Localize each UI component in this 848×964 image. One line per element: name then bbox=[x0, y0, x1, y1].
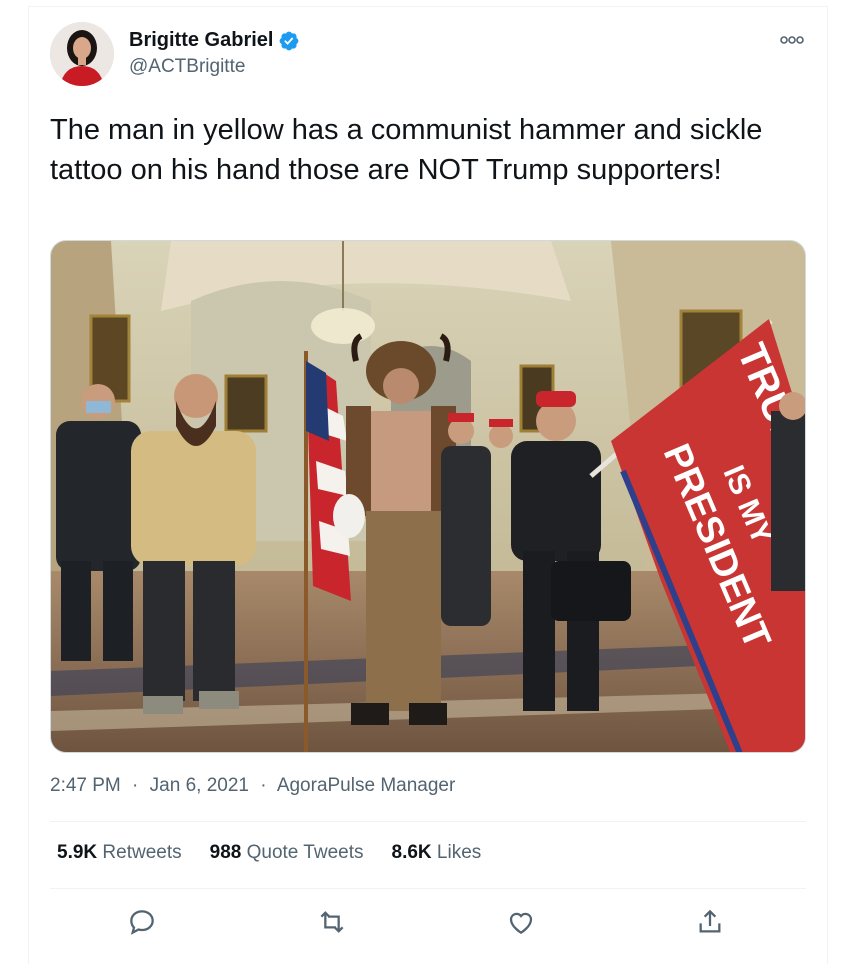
quote-tweets-stat[interactable]: 988 Quote Tweets bbox=[210, 842, 364, 864]
likes-label: Likes bbox=[436, 842, 482, 863]
tweet-time[interactable]: 2:47 PM bbox=[50, 775, 121, 796]
tweet-photo[interactable]: PRESIDENT IS MY TRUMP bbox=[50, 240, 806, 753]
divider bbox=[50, 888, 806, 889]
display-name[interactable]: Brigitte Gabriel bbox=[129, 29, 273, 52]
retweets-count: 5.9K bbox=[57, 842, 98, 863]
quotes-label: Quote Tweets bbox=[246, 842, 364, 863]
retweet-icon[interactable] bbox=[316, 906, 348, 938]
divider bbox=[50, 821, 806, 822]
like-icon[interactable] bbox=[505, 906, 537, 938]
tweet-text: The man in yellow has a communist hammer… bbox=[50, 114, 763, 186]
likes-count: 8.6K bbox=[391, 842, 432, 863]
likes-stat[interactable]: 8.6K Likes bbox=[392, 842, 482, 864]
avatar[interactable] bbox=[50, 22, 114, 86]
tweet-date[interactable]: Jan 6, 2021 bbox=[150, 775, 249, 796]
tweet-source[interactable]: AgoraPulse Manager bbox=[277, 775, 456, 796]
more-options-icon[interactable] bbox=[778, 30, 806, 50]
tweet-meta: 2:47 PM · Jan 6, 2021 · AgoraPulse Manag… bbox=[50, 775, 461, 797]
verified-badge-icon bbox=[280, 31, 299, 50]
capitol-photo: PRESIDENT IS MY TRUMP bbox=[51, 241, 805, 752]
retweets-stat[interactable]: 5.9K Retweets bbox=[57, 842, 182, 864]
engagement-stats: 5.9K Retweets 988 Quote Tweets 8.6K Like… bbox=[57, 842, 509, 864]
quotes-count: 988 bbox=[209, 842, 242, 863]
meta-separator: · bbox=[132, 775, 139, 796]
reply-icon[interactable] bbox=[126, 906, 158, 938]
meta-separator: · bbox=[260, 775, 267, 796]
author-name-row[interactable]: Brigitte Gabriel bbox=[129, 29, 300, 52]
retweets-label: Retweets bbox=[102, 842, 182, 863]
share-icon[interactable] bbox=[694, 906, 726, 938]
action-bar bbox=[50, 900, 806, 944]
author-handle[interactable]: @ACTBrigitte bbox=[129, 56, 245, 78]
